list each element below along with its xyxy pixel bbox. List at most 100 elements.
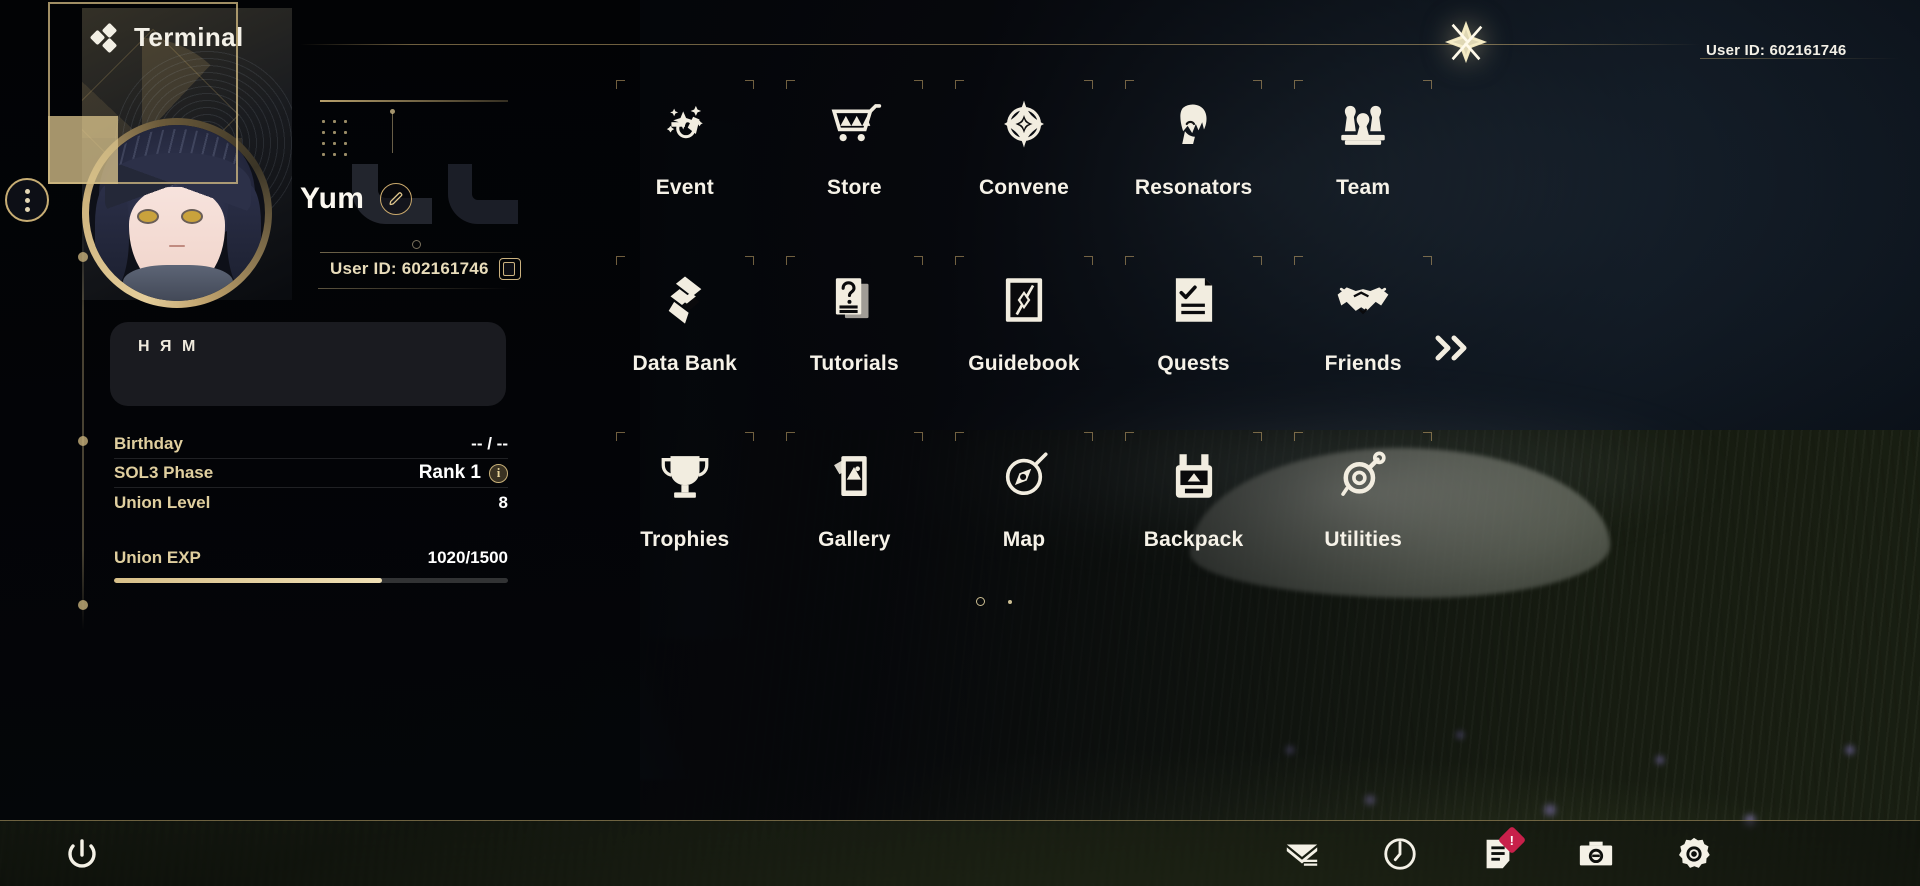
player-name: Yum [300,182,365,215]
guidebook-icon [995,268,1053,332]
settings-button[interactable] [1672,832,1716,876]
menu-item-store[interactable]: Store [770,80,940,200]
menu-item-label: Team [1336,176,1391,199]
question-card-icon [825,268,883,332]
utilities-gear-icon [1334,444,1392,508]
corner-decoration [1253,432,1263,441]
menu-item-map[interactable]: Map [939,432,1109,552]
notice-badge-text: ! [1509,832,1515,848]
menu-item-label: Tutorials [809,352,899,375]
user-id-row: User ID: 602161746 [330,258,521,280]
menu-item-utilities[interactable]: Utilities [1278,432,1448,552]
stat-value-group: Rank 1 i [419,462,508,484]
copy-user-id-button[interactable] [498,258,521,280]
corner-decoration [785,80,795,89]
menu-item-friends[interactable]: Friends [1278,256,1448,376]
next-page-button[interactable] [1428,326,1476,370]
signature-text: Н Я М [138,338,199,355]
signature-field[interactable]: Н Я М [110,322,506,406]
indicator-dot [1008,600,1012,604]
bottom-bar: ! [0,820,1920,886]
menu-item-backpack[interactable]: Backpack [1109,432,1279,552]
close-icon [1444,20,1488,64]
menu-item-label: Resonators [1134,176,1253,199]
menu-item-label: Friends [1324,352,1402,375]
menu-item-label: Backpack [1143,528,1244,551]
dot-grid-decoration [318,116,352,162]
menu-item-tutorials[interactable]: Tutorials [770,256,940,376]
corner-decoration [1294,80,1304,89]
stat-label: Birthday [114,434,183,453]
notice-button[interactable]: ! [1476,825,1527,876]
menu-item-data-bank[interactable]: Data Bank [600,256,770,376]
corner-decoration [1423,432,1432,441]
corner-decoration [1124,432,1134,441]
menu-item-label: Utilities [1324,528,1403,551]
power-button[interactable] [62,835,102,875]
clock-button[interactable] [1378,832,1422,876]
pencil-icon [389,191,403,205]
chess-pieces-icon [1334,92,1392,156]
menu-item-convene[interactable]: Convene [939,80,1109,200]
camera-button[interactable] [1574,832,1618,876]
data-bank-icon [656,268,714,332]
menu-item-label: Event [655,176,714,199]
union-exp-progress-fill [114,578,382,583]
name-divider [320,100,508,102]
player-name-row: Yum [300,182,413,216]
stat-value: 8 [498,492,508,512]
menu-item-label: Map [1002,528,1046,551]
stat-row-birthday: Birthday -- / -- [114,430,508,459]
handshake-icon [1334,268,1392,332]
menu-item-quests[interactable]: Quests [1109,256,1279,376]
corner-decoration [1083,432,1093,441]
event-sparkle-icon [656,92,714,156]
user-id-label: User ID: 602161746 [330,259,489,278]
dot-stem-decoration [390,109,395,153]
shopping-cart-icon [825,92,883,156]
avatar-options-button[interactable] [5,178,49,222]
rail-node [78,600,88,610]
menu-item-label: Data Bank [632,352,738,375]
menu-item-label: Store [827,176,882,199]
close-button[interactable] [1438,14,1494,70]
indicator-dot [976,597,985,606]
stat-value: Rank 1 [418,462,481,483]
corner-decoration [785,432,795,441]
corner-decoration [955,256,965,265]
corner-decoration [744,432,754,441]
corner-decoration [744,80,754,89]
more-options-icon-dot [24,188,30,194]
menu-item-label: Convene [978,176,1070,199]
mail-button[interactable] [1280,832,1324,876]
stat-row-sol3-phase: SOL3 Phase Rank 1 i [114,459,508,488]
menu-item-guidebook[interactable]: Guidebook [939,256,1109,376]
menu-item-gallery[interactable]: Gallery [770,432,940,552]
menu-item-event[interactable]: Event [600,80,770,200]
edit-name-button[interactable] [380,183,413,215]
menu-item-team[interactable]: Team [1278,80,1448,200]
rail-node [78,436,88,446]
corner-decoration [914,256,924,265]
menu-item-resonators[interactable]: Resonators [1109,80,1279,200]
backpack-icon [1165,444,1223,508]
union-exp-progress-bar [114,578,508,583]
stat-label: SOL3 Phase [114,463,214,482]
avatar-mouth [169,245,185,247]
corner-decoration [1253,256,1263,265]
corner-decoration [955,432,965,441]
quest-checklist-icon [1165,268,1223,332]
menu-item-trophies[interactable]: Trophies [600,432,770,552]
menu-item-label: Guidebook [968,352,1080,375]
power-icon [68,839,96,868]
corner-decoration [616,80,625,89]
convene-star-icon [995,92,1053,156]
union-exp-header: Union EXP 1020/1500 [114,548,508,568]
hook-decoration-right [448,164,518,224]
info-icon[interactable]: i [489,463,508,483]
corner-decoration [1294,256,1304,265]
corner-decoration [1294,432,1304,441]
small-circle-decoration [412,240,421,249]
double-chevron-right-icon [1435,335,1467,361]
corner-decoration [616,256,625,265]
